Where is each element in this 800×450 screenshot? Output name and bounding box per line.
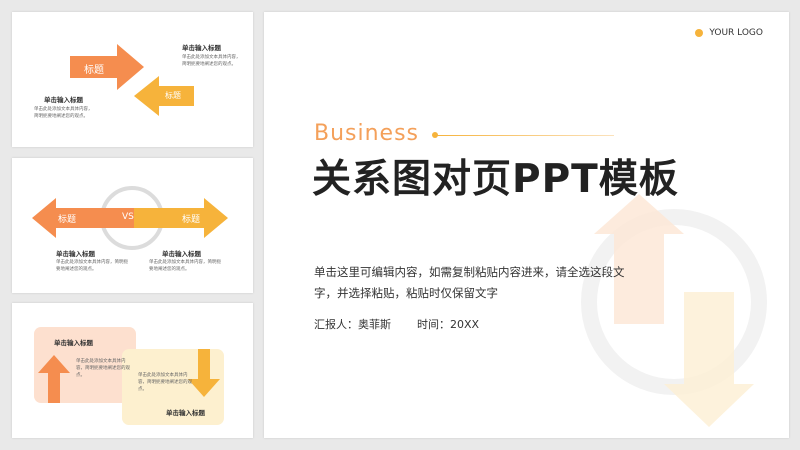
left-arrow-shape bbox=[134, 76, 194, 116]
body-middle: 单击此处添加文本具体内容，简明扼要地阐述您的观点。 bbox=[76, 359, 130, 378]
slide-thumbnail-3[interactable]: 单击输入标题 单击此处添加文本具体内容，简明扼要地阐述您的观点。 单击此处添加文… bbox=[12, 303, 253, 438]
boxes-graphic bbox=[34, 327, 224, 425]
vs-label: VS bbox=[122, 212, 134, 222]
right-arrow-shape bbox=[70, 44, 144, 90]
heading-left: 单击输入标题 bbox=[44, 96, 83, 104]
logo-text: YOUR LOGO bbox=[709, 28, 763, 38]
main-slide[interactable]: YOUR LOGO Business 关系图对页PPT模板 单击这里可编辑内容，… bbox=[264, 12, 789, 438]
arrow-label-2: 标题 bbox=[165, 91, 181, 100]
body-left: 单击此处添加文本具体内容，简明扼要地阐述您的观点。 bbox=[56, 260, 128, 272]
body-right: 单击此处添加文本具体内容，简明扼要地阐述您的观点。 bbox=[138, 373, 192, 392]
reporter-name: 汇报人：奥菲斯 bbox=[314, 318, 391, 331]
logo: YOUR LOGO bbox=[695, 28, 763, 38]
arrow-label-1: 标题 bbox=[84, 65, 104, 76]
kicker-text: Business bbox=[314, 121, 420, 146]
heading-right: 单击输入标题 bbox=[182, 44, 221, 52]
slide-description: 单击这里可编辑内容，如需复制粘贴内容进来，请全选这段文字，并选择粘贴，粘贴时仅保… bbox=[314, 265, 625, 300]
slide-thumbnail-1[interactable]: 标题 标题 单击输入标题 单击此处添加文本具体内容，简明扼要地阐述您的观点。 单… bbox=[12, 12, 253, 147]
report-time: 时间：20XX bbox=[417, 318, 480, 331]
body-left: 单击此处添加文本具体内容，简明扼要地阐述您的观点。 bbox=[34, 107, 93, 119]
reporter-line: 汇报人：奥菲斯 时间：20XX bbox=[314, 316, 479, 332]
left-arrow-shape bbox=[32, 198, 134, 238]
body-right: 单击此处添加文本具体内容，简明扼要地阐述您的观点。 bbox=[182, 55, 241, 67]
heading-bottom: 单击输入标题 bbox=[166, 409, 205, 417]
arrows-graphic bbox=[70, 44, 194, 116]
kicker-line bbox=[434, 135, 614, 136]
right-arrow-label: 标题 bbox=[182, 215, 201, 225]
heading-right: 单击输入标题 bbox=[162, 250, 201, 258]
background-arrows-graphic bbox=[581, 194, 767, 427]
heading-top: 单击输入标题 bbox=[54, 339, 93, 347]
left-arrow-label: 标题 bbox=[58, 215, 77, 225]
right-arrow-shape bbox=[134, 198, 228, 238]
slide-title: 关系图对页PPT模板 bbox=[312, 157, 679, 202]
logo-dot-icon bbox=[695, 29, 704, 37]
slide-thumbnail-2[interactable]: 标题 VS 标题 单击输入标题 单击此处添加文本具体内容，简明扼要地阐述您的观点… bbox=[12, 158, 253, 293]
body-right: 单击此处添加文本具体内容，简明扼要地阐述您的观点。 bbox=[149, 260, 221, 272]
heading-left: 单击输入标题 bbox=[56, 250, 95, 258]
